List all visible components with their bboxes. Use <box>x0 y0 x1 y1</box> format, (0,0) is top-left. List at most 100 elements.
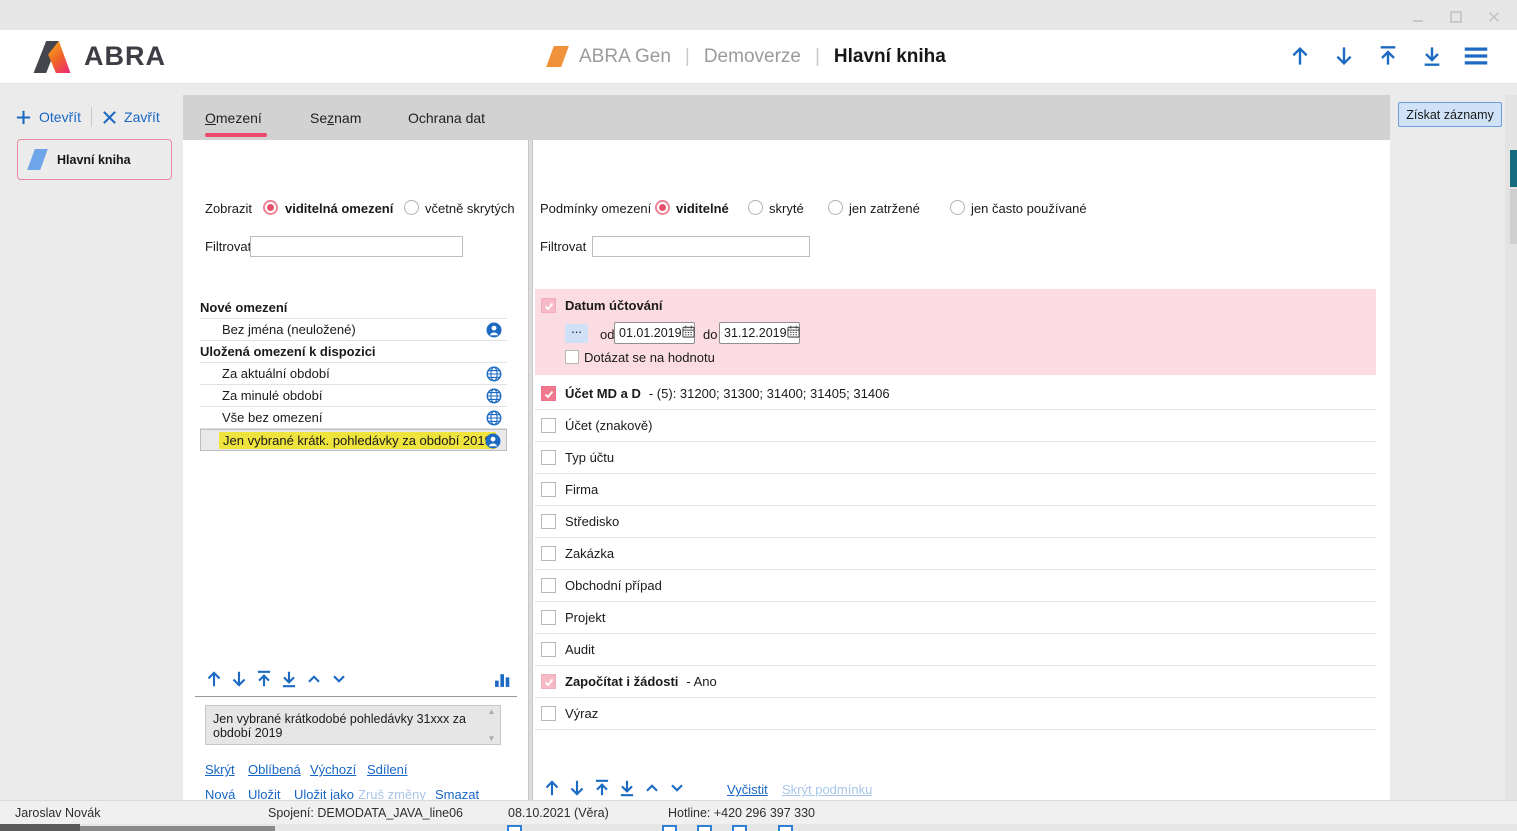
navigate-down-icon[interactable] <box>1331 43 1357 69</box>
right-edge-scrollbar[interactable] <box>1510 150 1517 187</box>
restriction-description-box[interactable]: Jen vybrané krátkodobé pohledávky 31xxx … <box>205 705 501 745</box>
tab-seznam[interactable]: Seznam <box>310 95 361 140</box>
status-bar: Jaroslav Novák Spojení: DEMODATA_JAVA_li… <box>0 800 1517 824</box>
chart-icon[interactable] <box>491 668 513 690</box>
list-item-za-minule-obdobi[interactable]: Za minulé období <box>200 385 507 407</box>
navigate-up-icon[interactable] <box>1287 43 1313 69</box>
status-hotline: Hotline: +420 296 397 330 <box>668 806 815 820</box>
open-button[interactable]: Otevřít <box>15 109 81 126</box>
taskbar-icon <box>697 825 712 831</box>
logo-text: ABRA <box>84 41 166 72</box>
date-range-more-button[interactable]: ... <box>565 324 588 343</box>
radio-conditions-frequent[interactable] <box>950 200 965 215</box>
right-edge-scroll-track <box>1510 189 1517 244</box>
conditions-list: Účet MD a D - (5): 31200; 31300; 31400; … <box>535 378 1376 730</box>
sidebar-item-hlavni-kniha[interactable]: Hlavní kniha <box>17 139 172 180</box>
tab-ochrana-dat[interactable]: Ochrana dat <box>408 95 485 140</box>
list-item-bez-jmena[interactable]: Bez jména (neuložené) <box>200 319 507 341</box>
hide-link[interactable]: Skrýt <box>205 762 235 777</box>
condition-audit[interactable]: Audit <box>535 634 1376 666</box>
condition-projekt[interactable]: Projekt <box>535 602 1376 634</box>
radio-conditions-visible-label[interactable]: viditelné <box>676 201 729 216</box>
taskbar-icon <box>662 825 677 831</box>
ask-for-value-checkbox[interactable] <box>565 350 579 364</box>
menu-icon[interactable] <box>1463 43 1489 69</box>
collapse-icon[interactable] <box>641 777 663 799</box>
checkbox[interactable] <box>541 418 556 433</box>
move-top-icon[interactable] <box>591 777 613 799</box>
sharing-link[interactable]: Sdílení <box>367 762 407 777</box>
move-down-icon[interactable] <box>566 777 588 799</box>
move-up-icon[interactable] <box>541 777 563 799</box>
radio-conditions-checked-only[interactable] <box>828 200 843 215</box>
expand-icon[interactable] <box>328 668 350 690</box>
radio-including-hidden-label[interactable]: včetně skrytých <box>425 201 515 216</box>
radio-visible-restrictions[interactable] <box>263 200 278 215</box>
condition-zapocitat-i-zadosti[interactable]: Započítat i žádosti - Ano <box>535 666 1376 698</box>
breadcrumb-separator: | <box>685 46 690 68</box>
checkbox-checked[interactable] <box>541 386 556 401</box>
abra-logo-icon <box>30 39 76 74</box>
checkbox[interactable] <box>541 610 556 625</box>
checkbox[interactable] <box>541 546 556 561</box>
condition-ucet-md-a-d[interactable]: Účet MD a D - (5): 31200; 31300; 31400; … <box>535 378 1376 410</box>
condition-obchodni-pripad[interactable]: Obchodní případ <box>535 570 1376 602</box>
ask-for-value-label[interactable]: Dotázat se na hodnotu <box>584 350 715 365</box>
get-records-button[interactable]: Získat záznamy <box>1398 102 1502 127</box>
user-icon <box>485 433 501 449</box>
collapse-icon[interactable] <box>303 668 325 690</box>
radio-visible-restrictions-label[interactable]: viditelná omezení <box>285 201 393 216</box>
status-date: 08.10.2021 (Věra) <box>508 806 609 820</box>
list-item-vse-bez-omezeni[interactable]: Vše bez omezení <box>200 407 507 429</box>
checkbox[interactable] <box>541 482 556 497</box>
checkbox[interactable] <box>541 642 556 657</box>
checkbox[interactable] <box>541 514 556 529</box>
navigate-top-icon[interactable] <box>1375 43 1401 69</box>
expand-icon[interactable] <box>666 777 688 799</box>
radio-conditions-frequent-label[interactable]: jen často používané <box>971 201 1087 216</box>
list-item-jen-vybrane-pohledavky[interactable]: Jen vybrané krátk. pohledávky za období … <box>200 429 507 451</box>
close-icon[interactable] <box>1483 6 1505 28</box>
filter-label: Filtrovat <box>205 239 251 254</box>
checkbox[interactable] <box>541 578 556 593</box>
calendar-icon[interactable] <box>787 325 800 341</box>
maximize-icon[interactable] <box>1445 6 1467 28</box>
default-link[interactable]: Výchozí <box>310 762 356 777</box>
radio-including-hidden[interactable] <box>404 200 419 215</box>
favorite-link[interactable]: Oblíbená <box>248 762 301 777</box>
condition-ucet-znakove[interactable]: Účet (znakově) <box>535 410 1376 442</box>
clear-link[interactable]: Vyčistit <box>727 782 768 797</box>
condition-vyraz[interactable]: Výraz <box>535 698 1376 730</box>
radio-conditions-hidden-label[interactable]: skryté <box>769 201 804 216</box>
radio-conditions-checked-only-label[interactable]: jen zatržené <box>849 201 920 216</box>
condition-zakazka[interactable]: Zakázka <box>535 538 1376 570</box>
condition-stredisko[interactable]: Středisko <box>535 506 1376 538</box>
checkbox[interactable] <box>541 450 556 465</box>
conditions-filter-input[interactable] <box>592 236 810 257</box>
breadcrumb-environment: Demoverze <box>704 46 801 68</box>
calendar-icon[interactable] <box>682 325 695 341</box>
move-bottom-icon[interactable] <box>616 777 638 799</box>
date-from-input[interactable]: 01.01.2019 <box>614 322 695 344</box>
condition-typ-uctu[interactable]: Typ účtu <box>535 442 1376 474</box>
move-top-icon[interactable] <box>253 668 275 690</box>
minimize-icon[interactable] <box>1407 6 1429 28</box>
date-to-input[interactable]: 31.12.2019 <box>719 322 800 344</box>
checkbox-checked[interactable] <box>541 674 556 689</box>
conditions-order-toolbar <box>541 777 688 799</box>
move-up-icon[interactable] <box>203 668 225 690</box>
list-item-za-aktualni-obdobi[interactable]: Za aktuální období <box>200 363 507 385</box>
checkbox[interactable] <box>541 706 556 721</box>
main-panel: Omezení Seznam Ochrana dat Zobrazit vidi… <box>183 95 1390 800</box>
move-bottom-icon[interactable] <box>278 668 300 690</box>
checkbox-checked[interactable] <box>541 298 556 313</box>
scrollbar[interactable]: ▲▼ <box>484 707 499 743</box>
radio-conditions-hidden[interactable] <box>748 200 763 215</box>
navigate-bottom-icon[interactable] <box>1419 43 1445 69</box>
close-book-button[interactable]: Zavřít <box>102 109 160 125</box>
radio-conditions-visible[interactable] <box>655 200 670 215</box>
condition-firma[interactable]: Firma <box>535 474 1376 506</box>
restrictions-filter-input[interactable] <box>250 236 463 257</box>
move-down-icon[interactable] <box>228 668 250 690</box>
abra-gen-window: ABRA ABRA Gen | Demoverze | Hlavní kniha… <box>0 0 1517 831</box>
